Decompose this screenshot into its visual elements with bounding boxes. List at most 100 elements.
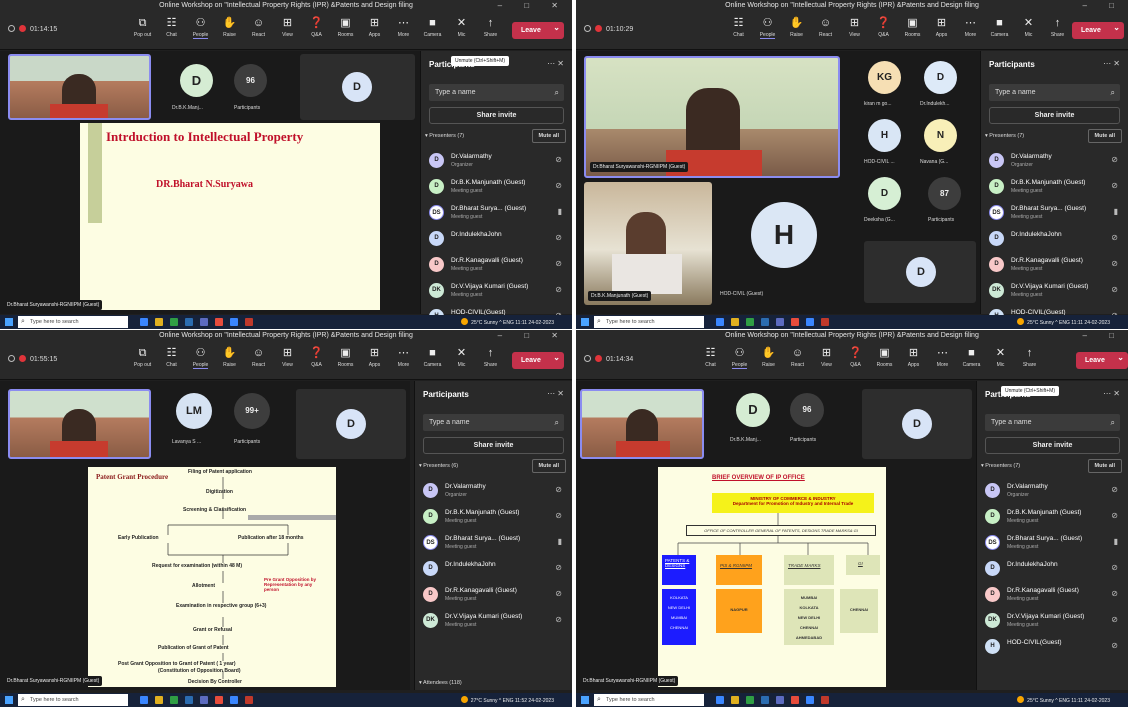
toolbar-view-button[interactable]: ⊞ View xyxy=(273,14,302,38)
toolbar-share-button[interactable]: ↑ Share xyxy=(476,344,505,368)
participant-avatar[interactable]: KG xyxy=(868,61,901,94)
mic-off-icon[interactable]: ⊘ xyxy=(1111,589,1118,598)
participant-row[interactable]: D Dr.B.K.Manjunath (Guest) Meeting guest ⊘ xyxy=(987,175,1122,201)
toolbar-chat-button[interactable]: ☷ Chat xyxy=(724,14,753,38)
share-invite-button[interactable]: Share invite xyxy=(429,107,564,124)
taskbar-app-icon[interactable] xyxy=(806,318,814,326)
taskbar-app-icon[interactable] xyxy=(170,318,178,326)
toolbar-rooms-button[interactable]: ▣ Rooms xyxy=(331,344,360,368)
taskbar-app-icon[interactable] xyxy=(716,318,724,326)
toolbar-rooms-button[interactable]: ▣ Rooms xyxy=(331,14,360,38)
presenters-header[interactable]: ▾ Presenters (7) Mute all xyxy=(981,459,1122,473)
toolbar-pop-out-button[interactable]: ⧉ Pop out xyxy=(128,14,157,38)
mic-off-icon[interactable]: ⊘ xyxy=(1111,181,1118,190)
presenters-header[interactable]: ▾ Presenters (7) Mute all xyxy=(985,129,1122,143)
taskbar-app-icon[interactable] xyxy=(140,696,148,704)
window-controls[interactable]: – □ xyxy=(1082,0,1124,12)
attendees-header[interactable]: ▾ Attendees (118) xyxy=(419,680,462,686)
participant-count-badge[interactable]: 96 xyxy=(790,393,824,427)
mute-all-button[interactable]: Mute all xyxy=(531,129,566,143)
participant-count-badge[interactable]: 99+ xyxy=(234,393,270,429)
participant-row[interactable]: DK Dr.V.Vijaya Kumari (Guest) Meeting gues… xyxy=(427,279,566,305)
mic-off-icon[interactable]: ⊘ xyxy=(1111,285,1118,294)
taskbar-app-icon[interactable] xyxy=(245,696,253,704)
participant-count-badge[interactable]: 96 xyxy=(234,64,267,97)
taskbar-app-icon[interactable] xyxy=(761,318,769,326)
participant-avatar[interactable]: LM xyxy=(176,393,212,429)
window-controls[interactable]: – □ ✕ xyxy=(498,330,568,342)
toolbar-chat-button[interactable]: ☷ Chat xyxy=(696,344,725,368)
toolbar-q-a-button[interactable]: ❓ Q&A xyxy=(869,14,898,38)
mic-off-icon[interactable]: ⊘ xyxy=(555,285,562,294)
toolbar-people-button[interactable]: ⚇ People xyxy=(186,344,215,369)
participant-row[interactable]: D Dr.Valarmathy Organizer ⊘ xyxy=(987,149,1122,175)
participant-tile[interactable]: D xyxy=(864,241,976,303)
taskbar-app-icon[interactable] xyxy=(245,318,253,326)
mic-off-icon[interactable]: ⊘ xyxy=(1111,485,1118,494)
toolbar-people-button[interactable]: ⚇ People xyxy=(725,344,754,369)
search-input[interactable]: Type a name xyxy=(985,414,1120,431)
participant-row[interactable]: D Dr.R.Kanagavalli (Guest) Meeting guest ⊘ xyxy=(421,583,566,609)
taskbar-app-icon[interactable] xyxy=(791,318,799,326)
participant-row[interactable]: H HOD-CIVIL(Guest) ⊘ xyxy=(983,635,1122,661)
windows-icon[interactable] xyxy=(5,318,13,326)
mic-off-icon[interactable]: ⊘ xyxy=(555,259,562,268)
window-controls[interactable]: – □ ✕ xyxy=(498,0,568,12)
toolbar-chat-button[interactable]: ☷ Chat xyxy=(157,344,186,368)
taskbar-app-icon[interactable] xyxy=(200,318,208,326)
toolbar-react-button[interactable]: ☺ React xyxy=(244,14,273,38)
participant-row[interactable]: D Dr.IndulekhaJohn ⊘ xyxy=(987,227,1122,253)
toolbar-mic-button[interactable]: ✕ Mic xyxy=(447,14,476,38)
leave-button[interactable]: Leave xyxy=(512,349,564,369)
share-invite-button[interactable]: Share invite xyxy=(985,437,1120,454)
mic-off-icon[interactable]: ⊘ xyxy=(555,563,562,572)
taskbar-app-icon[interactable] xyxy=(746,696,754,704)
participant-avatar[interactable]: H xyxy=(868,119,901,152)
taskbar-app-icon[interactable] xyxy=(200,696,208,704)
toolbar-react-button[interactable]: ☺ React xyxy=(811,14,840,38)
toolbar-chat-button[interactable]: ☷ Chat xyxy=(157,14,186,38)
leave-button[interactable]: Leave xyxy=(1076,349,1128,369)
taskbar-app-icon[interactable] xyxy=(215,696,223,704)
taskbar-app-icon[interactable] xyxy=(155,318,163,326)
participant-row[interactable]: DK Dr.V.Vijaya Kumari (Guest) Meeting gues… xyxy=(421,609,566,635)
search-input[interactable]: Type a name xyxy=(989,84,1120,101)
participant-row[interactable]: DS Dr.Bharat Surya... (Guest) Meeting gues… xyxy=(421,531,566,557)
participant-row[interactable]: D Dr.IndulekhaJohn ⊘ xyxy=(421,557,566,583)
toolbar-share-button[interactable]: ↑ Share xyxy=(1043,14,1072,38)
presenters-header[interactable]: ▾ Presenters (7) Mute all xyxy=(425,129,566,143)
taskbar-search[interactable]: Type here to search xyxy=(594,316,704,328)
mic-off-icon[interactable]: ⊘ xyxy=(555,155,562,164)
mute-all-button[interactable]: Mute all xyxy=(1087,459,1122,473)
mic-on-icon[interactable]: ▮ xyxy=(1114,537,1118,546)
leave-button[interactable]: Leave xyxy=(512,19,564,39)
toolbar-mic-button[interactable]: ✕ Mic xyxy=(447,344,476,368)
toolbar-more-button[interactable]: ⋯ More xyxy=(928,344,957,368)
taskbar-app-icon[interactable] xyxy=(230,318,238,326)
participant-row[interactable]: D Dr.R.Kanagavalli (Guest) Meeting guest ⊘ xyxy=(427,253,566,279)
presenters-header[interactable]: ▾ Presenters (6) Mute all xyxy=(419,459,566,473)
taskbar-app-icon[interactable] xyxy=(791,696,799,704)
toolbar-more-button[interactable]: ⋯ More xyxy=(956,14,985,38)
participant-row[interactable]: D Dr.R.Kanagavalli (Guest) Meeting guest ⊘ xyxy=(983,583,1122,609)
participant-tile[interactable]: D xyxy=(300,54,415,120)
toolbar-view-button[interactable]: ⊞ View xyxy=(812,344,841,368)
participant-tile[interactable]: D xyxy=(862,389,972,459)
mic-off-icon[interactable]: ⊘ xyxy=(1111,615,1118,624)
toolbar-people-button[interactable]: ⚇ People xyxy=(186,14,215,39)
mic-off-icon[interactable]: ⊘ xyxy=(1111,563,1118,572)
taskbar-app-icon[interactable] xyxy=(215,318,223,326)
taskbar-app-icon[interactable] xyxy=(821,696,829,704)
participant-avatar[interactable]: D xyxy=(924,61,957,94)
taskbar-app-icon[interactable] xyxy=(821,318,829,326)
toolbar-share-button[interactable]: ↑ Share xyxy=(476,14,505,38)
toolbar-raise-button[interactable]: ✋ Raise xyxy=(782,14,811,38)
taskbar-app-icon[interactable] xyxy=(716,696,724,704)
participant-row[interactable]: D Dr.Valarmathy Organizer ⊘ xyxy=(983,479,1122,505)
taskbar-search[interactable]: Type here to search xyxy=(18,316,128,328)
mic-off-icon[interactable]: ⊘ xyxy=(1111,155,1118,164)
taskbar-app-icon[interactable] xyxy=(761,696,769,704)
participant-row[interactable]: DK Dr.V.Vijaya Kumari (Guest) Meeting gues… xyxy=(987,279,1122,305)
taskbar-app-icon[interactable] xyxy=(230,696,238,704)
toolbar-rooms-button[interactable]: ▣ Rooms xyxy=(870,344,899,368)
